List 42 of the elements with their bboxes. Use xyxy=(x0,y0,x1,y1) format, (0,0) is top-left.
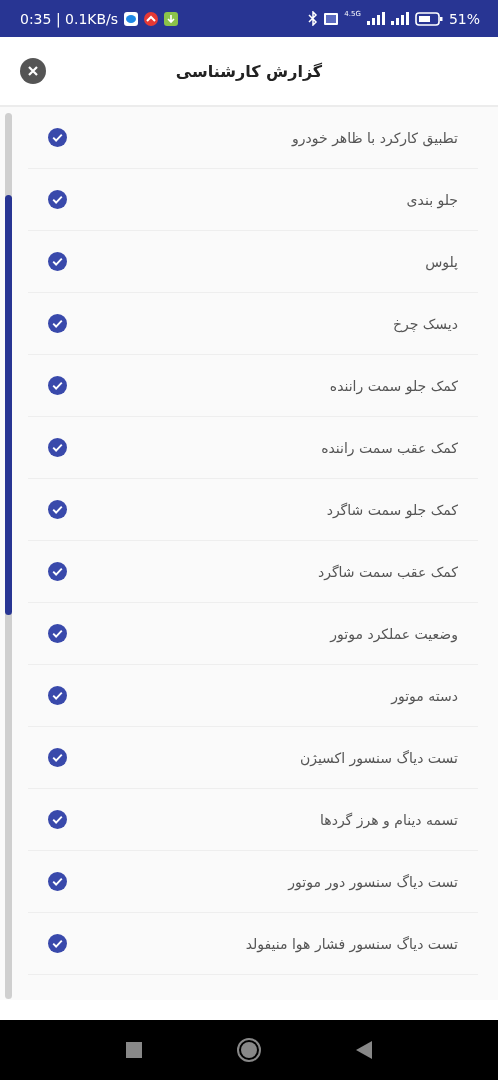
checklist-label: کمک جلو سمت شاگرد xyxy=(326,501,458,518)
battery-percent: 51% xyxy=(448,10,480,27)
check-icon[interactable] xyxy=(48,562,67,581)
checklist-label: دیسک چرخ xyxy=(392,315,458,332)
checklist-label: تست دیاگ سنسور فشار هوا منیفولد xyxy=(245,935,458,952)
scrollbar[interactable] xyxy=(5,113,12,999)
check-icon[interactable] xyxy=(48,438,67,457)
check-icon[interactable] xyxy=(48,376,67,395)
check-icon[interactable] xyxy=(48,934,67,953)
check-icon[interactable] xyxy=(48,190,67,209)
checklist-label: کمک عقب سمت شاگرد xyxy=(318,563,458,580)
status-time: 0:35 | 0.1KB/s xyxy=(20,10,119,27)
check-icon[interactable] xyxy=(48,624,67,643)
checklist-label: تطبیق کارکرد با ظاهر خودرو xyxy=(292,129,458,146)
message-icon xyxy=(124,11,139,26)
bluetooth-icon xyxy=(308,11,319,26)
check-icon[interactable] xyxy=(48,872,67,891)
signal-icon xyxy=(390,12,409,25)
checklist-label: پلوس xyxy=(425,253,458,270)
checklist-label: وضعیت عملکرد موتور xyxy=(330,625,458,642)
checklist-label: تسمه دینام و هرز گردها xyxy=(320,811,458,828)
close-icon[interactable] xyxy=(28,66,38,76)
check-icon[interactable] xyxy=(48,686,67,705)
check-icon[interactable] xyxy=(48,252,67,271)
battery-icon xyxy=(414,11,443,26)
signal-icon xyxy=(366,12,385,25)
page-title: گزارش کارشناسی xyxy=(175,61,323,81)
check-icon[interactable] xyxy=(48,128,67,147)
check-icon[interactable] xyxy=(48,314,67,333)
checklist-label: جلو بندی xyxy=(406,191,458,208)
check-icon[interactable] xyxy=(48,810,67,829)
back-icon[interactable] xyxy=(356,1041,372,1059)
checklist-label: کمک جلو سمت راننده xyxy=(329,377,458,394)
home-icon[interactable] xyxy=(237,1038,261,1062)
checklist-label: تست دیاگ سنسور اکسیژن xyxy=(299,749,458,766)
checklist-label: دسته موتور xyxy=(391,687,458,704)
checklist-label: کمک عقب سمت راننده xyxy=(321,439,458,456)
checklist-label: تست دیاگ سنسور دور موتور xyxy=(288,873,458,890)
download-icon xyxy=(164,11,179,26)
check-icon[interactable] xyxy=(48,500,67,519)
check-icon[interactable] xyxy=(48,748,67,767)
close-button[interactable] xyxy=(20,58,46,84)
